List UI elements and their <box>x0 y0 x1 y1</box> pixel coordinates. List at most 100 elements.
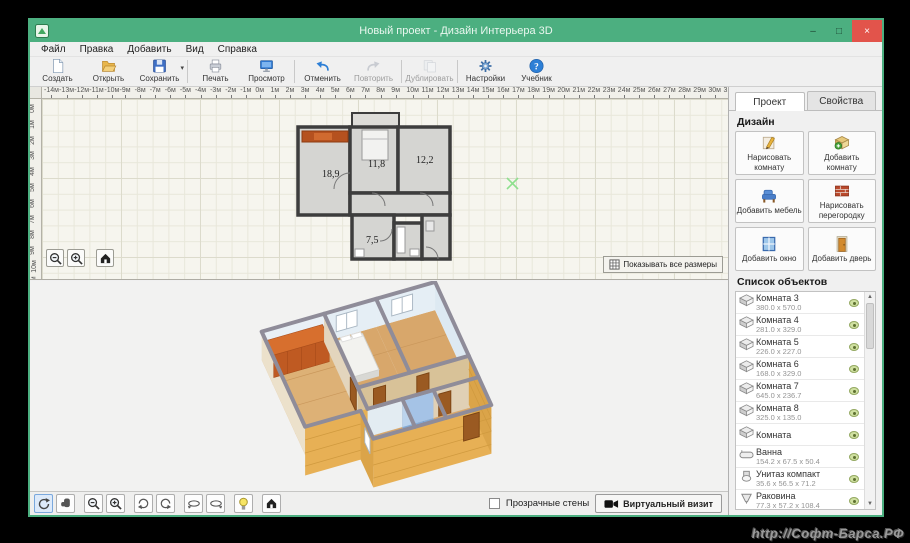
room-area-label: 7,5 <box>366 235 379 246</box>
plan-2d-view[interactable]: -14м -13м -12м -11м -10м -9м -8м -7м -6м -5м -4м -3… <box>30 87 728 280</box>
object-list-scrollbar[interactable]: ▲ ▼ <box>864 292 875 509</box>
menu-help[interactable]: Справка <box>211 43 264 56</box>
menu-view[interactable]: Вид <box>179 43 211 56</box>
list-item[interactable]: Комната 8 325.0 x 135.0 <box>736 402 864 424</box>
draw-room-button[interactable]: Нарисовать комнату <box>735 131 804 175</box>
apartment-3d-render <box>259 281 494 488</box>
orbit-right-button[interactable] <box>206 494 225 513</box>
redo-button[interactable]: Повторить <box>348 58 399 83</box>
open-button[interactable]: Открыть <box>83 58 134 83</box>
plan-bed[interactable] <box>361 129 389 161</box>
camera-icon <box>604 499 619 508</box>
scroll-down-arrow[interactable]: ▼ <box>865 499 875 509</box>
save-dropdown-arrow[interactable]: ▾ <box>180 64 184 72</box>
draw-partition-button[interactable]: Нарисовать перегородку <box>807 179 876 223</box>
ruler-label: 18м <box>527 87 540 98</box>
plan-toilet[interactable] <box>425 220 435 232</box>
object-name: Комната <box>756 429 792 440</box>
tab-project[interactable]: Проект <box>735 92 805 111</box>
list-item[interactable]: Комната 5 226.0 x 227.0 <box>736 336 864 358</box>
tab-properties[interactable]: Свойства <box>806 91 876 110</box>
settings-button[interactable]: Настройки <box>460 58 511 83</box>
ruler-label: -2м <box>225 87 236 98</box>
pan-hand-button[interactable] <box>56 494 75 513</box>
scrollbar-thumb[interactable] <box>866 303 874 349</box>
ruler-label: -12м <box>74 87 89 98</box>
home-3d-button[interactable] <box>262 494 281 513</box>
visibility-eye-icon[interactable] <box>849 409 859 417</box>
show-all-sizes-button[interactable]: Показывать все размеры <box>603 256 723 273</box>
add-furniture-button[interactable]: Добавить мебель <box>735 179 804 223</box>
list-item[interactable]: Унитаз компакт 35.6 x 56.5 x 71.2 <box>736 468 864 490</box>
rotate-right-button[interactable] <box>156 494 175 513</box>
door-icon <box>836 236 848 252</box>
zoom-in-2d-button[interactable] <box>67 249 85 267</box>
object-list: Комната 3 380.0 x 570.0 Комната 4 281.0 x 3… <box>735 291 876 510</box>
list-item[interactable]: Ванна 154.2 x 67.5 x 50.4 <box>736 446 864 468</box>
add-room-button[interactable]: Добавить комнату <box>807 131 876 175</box>
render-3d-view[interactable]: Прозрачные стены Виртуальный визит <box>30 281 728 515</box>
ruler-label: 4м <box>30 167 36 177</box>
floor-plan-2d[interactable]: 18,9 11,8 12,2 7,5 <box>292 111 464 273</box>
visibility-eye-icon[interactable] <box>849 453 859 461</box>
ruler-label: 4м <box>316 87 325 98</box>
add-door-button[interactable]: Добавить дверь <box>807 227 876 271</box>
print-button[interactable]: Печать <box>190 58 241 83</box>
preview-button[interactable]: Просмотр <box>241 58 292 83</box>
transparent-walls-checkbox[interactable] <box>488 498 500 509</box>
plan-2d-canvas[interactable]: 18,9 11,8 12,2 7,5 Показывать все размер… <box>42 99 728 279</box>
rotate-3d-button[interactable] <box>34 494 53 513</box>
list-item[interactable]: Комната <box>736 424 864 446</box>
rotate-left-button[interactable] <box>134 494 153 513</box>
duplicate-button[interactable]: Дублировать <box>404 58 455 83</box>
menu-add[interactable]: Добавить <box>120 43 178 56</box>
design-header: Дизайн <box>737 116 775 128</box>
list-item[interactable]: Раковина 77.3 x 57.2 x 108.4 <box>736 490 864 509</box>
menu-file[interactable]: Файл <box>34 43 73 56</box>
window-icon <box>762 236 776 252</box>
undo-button[interactable]: Отменить <box>297 58 348 83</box>
visibility-eye-icon[interactable] <box>849 299 859 307</box>
visibility-eye-icon[interactable] <box>849 475 859 483</box>
scroll-up-arrow[interactable]: ▲ <box>865 292 875 302</box>
light-button[interactable] <box>234 494 253 513</box>
home-2d-button[interactable] <box>96 249 114 267</box>
visibility-eye-icon[interactable] <box>849 321 859 329</box>
zoom-out-2d-button[interactable] <box>46 249 64 267</box>
toolbar-separator <box>457 60 458 83</box>
list-item[interactable]: Комната 3 380.0 x 570.0 <box>736 292 864 314</box>
tutorial-button[interactable]: ? Учебник <box>511 58 562 83</box>
list-item[interactable]: Комната 4 281.0 x 329.0 <box>736 314 864 336</box>
visibility-eye-icon[interactable] <box>849 431 859 439</box>
ruler-label: 17м <box>512 87 525 98</box>
object-size: 226.0 x 227.0 <box>756 347 802 356</box>
list-item[interactable]: Комната 7 645.0 x 236.7 <box>736 380 864 402</box>
minimize-button[interactable]: – <box>800 20 826 42</box>
maximize-button[interactable]: □ <box>826 20 852 42</box>
visibility-eye-icon[interactable] <box>849 365 859 373</box>
zoom-out-3d-button[interactable] <box>84 494 103 513</box>
orbit-left-button[interactable] <box>184 494 203 513</box>
vertical-ruler: 0м 1м 2м 3м 4м 5м 6м 7м 8м 9м 10м 11м <box>30 99 42 279</box>
plan-stove[interactable] <box>354 248 365 258</box>
object-icon <box>739 315 756 334</box>
save-button[interactable]: Сохранить ▾ <box>134 58 185 83</box>
watermark: http://Софт-Барса.РФ <box>751 526 904 541</box>
plan-sink[interactable] <box>409 248 420 257</box>
menu-edit[interactable]: Правка <box>73 43 121 56</box>
add-window-button[interactable]: Добавить окно <box>735 227 804 271</box>
list-item[interactable]: Комната 6 168.0 x 329.0 <box>736 358 864 380</box>
visibility-eye-icon[interactable] <box>849 387 859 395</box>
visibility-eye-icon[interactable] <box>849 343 859 351</box>
zoom-in-3d-button[interactable] <box>106 494 125 513</box>
plan-bathtub[interactable] <box>396 226 406 254</box>
ruler-label: 8м <box>376 87 385 98</box>
ruler-label: 6м <box>30 198 36 208</box>
titlebar[interactable]: Новый проект - Дизайн Интерьера 3D – □ × <box>30 20 882 42</box>
object-name: Раковина <box>756 491 796 501</box>
visibility-eye-icon[interactable] <box>849 497 859 505</box>
virtual-visit-button[interactable]: Виртуальный визит <box>595 494 722 513</box>
new-button[interactable]: Создать <box>32 58 83 83</box>
close-button[interactable]: × <box>852 20 882 42</box>
render-3d-canvas[interactable] <box>30 281 728 491</box>
